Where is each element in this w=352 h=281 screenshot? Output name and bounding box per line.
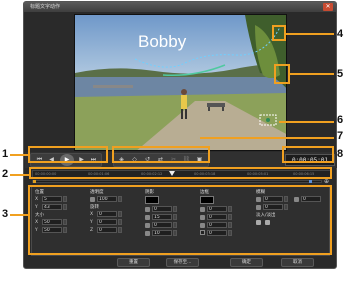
callout-6: 6: [337, 114, 344, 126]
cancel-button[interactable]: 取消: [281, 258, 314, 267]
callout-line-2: [10, 174, 29, 176]
zoom-icon[interactable]: ⊕: [324, 178, 332, 185]
callout-box-5: [274, 64, 290, 84]
callout-2: 2: [2, 168, 9, 180]
dialog-footer: 重置 保存至... 确定 取消: [25, 257, 337, 269]
keyframe-current[interactable]: [309, 180, 312, 183]
callout-7: 7: [337, 130, 344, 142]
callout-line-1: [10, 154, 28, 156]
preview-window[interactable]: Bobby: [74, 14, 287, 151]
callout-1: 1: [2, 148, 9, 160]
callout-line-4: [286, 33, 334, 35]
callout-box-3: [28, 185, 332, 255]
save-as-button[interactable]: 保存至...: [166, 258, 199, 267]
preview-title-text[interactable]: Bobby: [138, 32, 186, 52]
callout-line-7: [200, 137, 334, 139]
keyframe-start[interactable]: [33, 180, 36, 183]
callout-box-1: [28, 146, 108, 163]
ok-button[interactable]: 确定: [230, 258, 263, 267]
close-icon[interactable]: ✕: [323, 3, 333, 11]
callout-5: 5: [337, 68, 344, 80]
callout-box-8: [282, 146, 334, 163]
callout-3: 3: [2, 208, 9, 220]
callout-8: 8: [337, 148, 344, 160]
keyframe-track[interactable]: [32, 180, 322, 183]
callout-line-5: [290, 73, 334, 75]
reset-button[interactable]: 重置: [117, 258, 150, 267]
callout-line-6: [279, 121, 334, 123]
titlebar: 标题文字动作 ✕: [24, 2, 336, 12]
callout-box-4: [272, 25, 286, 41]
window-title: 标题文字动作: [30, 4, 61, 10]
callout-box-7: [112, 146, 210, 163]
callout-box-2: [29, 167, 332, 179]
callout-4: 4: [337, 28, 344, 40]
callout-line-3: [10, 214, 28, 216]
